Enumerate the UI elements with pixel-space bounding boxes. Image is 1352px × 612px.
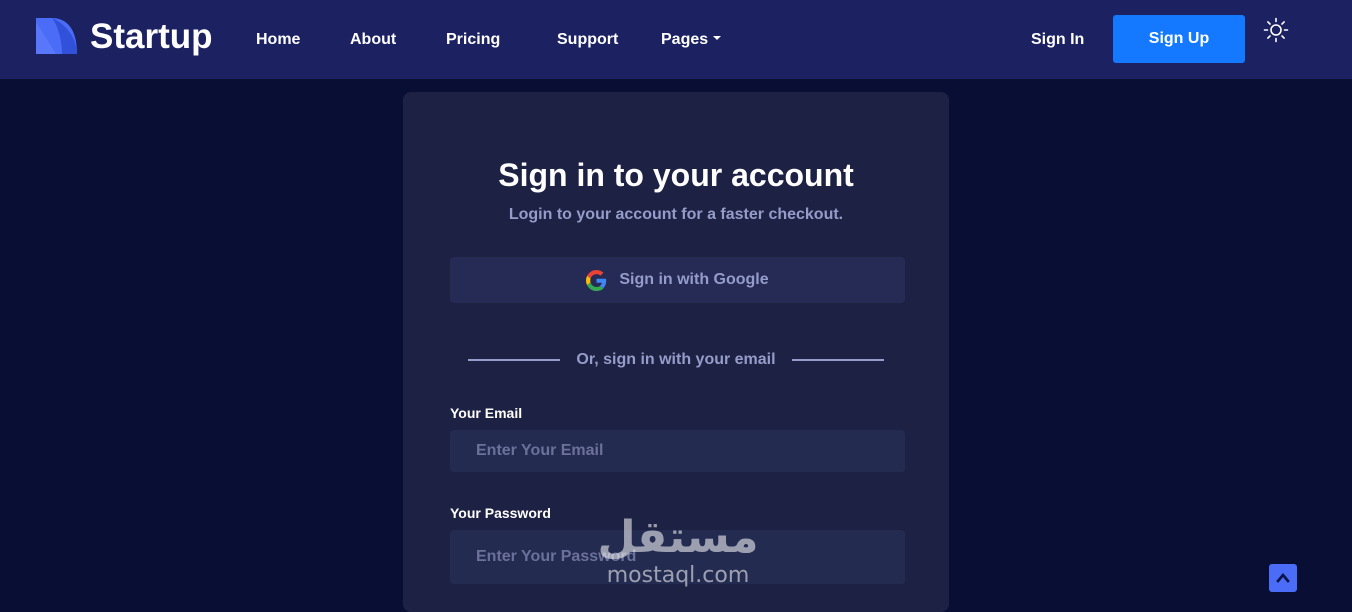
google-sign-in-button[interactable]: Sign in with Google: [450, 257, 905, 303]
nav-link-pricing[interactable]: Pricing: [446, 30, 500, 50]
page-subtitle: Login to your account for a faster check…: [508, 206, 844, 223]
divider-text: Or, sign in with your email: [576, 351, 776, 368]
watermark-latin-text: mostaql.com: [606, 563, 750, 588]
logo[interactable]: Startup: [36, 18, 213, 56]
chevron-up-icon: [1276, 572, 1290, 583]
google-sign-in-label: Sign in with Google: [619, 271, 769, 288]
email-label: Your Email: [450, 405, 523, 421]
google-icon: [586, 269, 607, 291]
sun-icon[interactable]: [1263, 17, 1289, 43]
divider-line-right: [792, 359, 884, 361]
logo-text: Startup: [90, 17, 213, 56]
email-field[interactable]: [450, 430, 905, 472]
logo-mark-icon: [36, 18, 77, 54]
navbar: Startup Home About Pricing Support Pages…: [0, 0, 1352, 79]
divider: Or, sign in with your email: [468, 350, 884, 370]
sign-in-link[interactable]: Sign In: [1031, 30, 1084, 50]
divider-line-left: [468, 359, 560, 361]
watermark-logo: مستقل mostaql.com: [596, 512, 760, 588]
caret-down-icon: [713, 35, 722, 40]
watermark-arabic-text: مستقل: [597, 512, 759, 563]
scroll-to-top-button[interactable]: [1269, 564, 1297, 592]
nav-link-home[interactable]: Home: [256, 30, 300, 50]
nav-dropdown-pages-label: Pages: [661, 31, 709, 48]
nav-link-about[interactable]: About: [350, 30, 396, 50]
password-label: Your Password: [450, 505, 551, 521]
sign-up-button[interactable]: Sign Up: [1113, 15, 1245, 63]
page-title: Sign in to your account: [498, 157, 854, 193]
nav-dropdown-pages[interactable]: Pages: [661, 30, 722, 50]
nav-link-support[interactable]: Support: [557, 30, 618, 50]
